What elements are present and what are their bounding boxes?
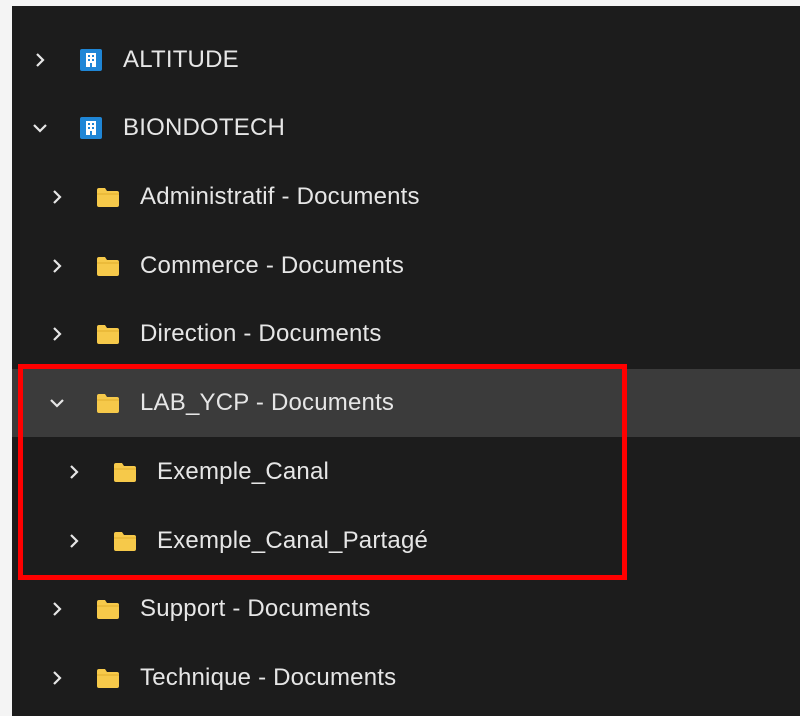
chevron-right-icon[interactable] [47,668,67,688]
folder-icon [113,460,137,484]
tree-item-label: LAB_YCP - Documents [140,389,395,416]
chevron-right-icon[interactable] [47,324,67,344]
tree-item-exemple-canal[interactable]: Exemple_Canal [12,438,800,506]
tree-item-exemple-canal-partage[interactable]: Exemple_Canal_Partagé [12,507,800,575]
folder-icon [96,391,120,415]
tree-item-lab-ycp[interactable]: LAB_YCP - Documents [12,369,800,437]
chevron-down-icon[interactable] [30,118,50,138]
chevron-right-icon[interactable] [30,50,50,70]
tree-item-label: Administratif - Documents [140,183,420,210]
tree-item-altitude[interactable]: ALTITUDE [12,26,800,94]
navigation-pane: ALTITUDE BIONDOTECH Administratif - Docu… [12,6,800,716]
chevron-right-icon[interactable] [64,462,84,482]
tree-item-technique[interactable]: Technique - Documents [12,644,800,712]
tree-item-direction[interactable]: Direction - Documents [12,300,800,368]
folder-icon [96,185,120,209]
folder-icon [96,254,120,278]
folder-icon [96,666,120,690]
tree-item-biondotech[interactable]: BIONDOTECH [12,94,800,162]
tree-item-support[interactable]: Support - Documents [12,575,800,643]
tree-item-label: ALTITUDE [123,46,239,73]
tree-item-label: BIONDOTECH [123,114,286,141]
tree-item-label: Commerce - Documents [140,252,405,279]
folder-icon [96,597,120,621]
tree-item-label: Direction - Documents [140,320,382,347]
tree-item-label: Exemple_Canal_Partagé [157,527,429,554]
chevron-right-icon[interactable] [47,256,67,276]
tree-item-label: Exemple_Canal [157,458,330,485]
tree-item-administratif[interactable]: Administratif - Documents [12,163,800,231]
folder-icon [113,529,137,553]
chevron-right-icon[interactable] [47,599,67,619]
tree-item-label: Technique - Documents [140,664,397,691]
sharepoint-site-icon [79,48,103,72]
chevron-down-icon[interactable] [47,393,67,413]
tree-item-commerce[interactable]: Commerce - Documents [12,232,800,300]
tree-item-label: Support - Documents [140,595,371,622]
sharepoint-site-icon [79,116,103,140]
chevron-right-icon[interactable] [47,187,67,207]
chevron-right-icon[interactable] [64,531,84,551]
folder-icon [96,322,120,346]
